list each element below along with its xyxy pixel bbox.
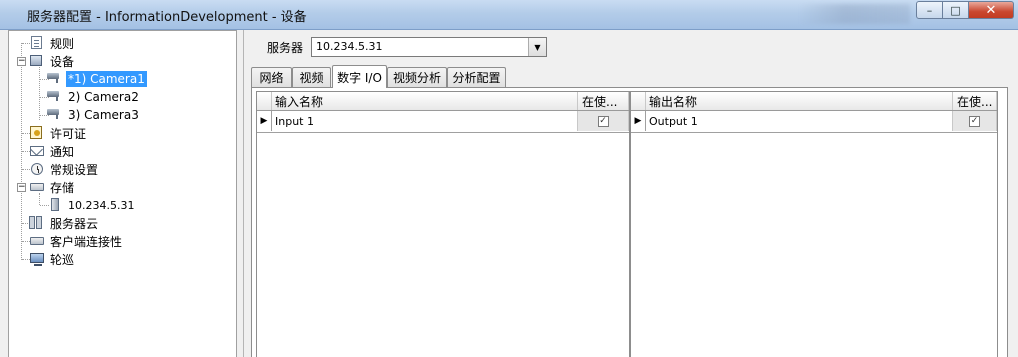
tree-item-label: 10.234.5.31 [68,198,135,212]
tree-item-rules[interactable]: 规则 [29,34,76,52]
mail-icon [30,146,44,156]
tree-item-camera3[interactable]: 3) Camera3 [47,106,141,124]
tree-item-general-settings[interactable]: 常规设置 [29,160,100,178]
tab-network[interactable]: 网络 [251,67,292,87]
drive-icon [30,183,44,191]
tree-item-camera1[interactable]: *1) Camera1 [47,70,147,88]
input-name-cell[interactable]: Input 1 [272,111,578,131]
column-in-use[interactable]: 在使... [953,92,997,110]
input-in-use-cell[interactable]: ✓ [578,111,629,131]
tab-video[interactable]: 视频 [292,67,331,87]
chevron-down-icon[interactable]: ▼ [528,38,546,56]
tab-label: 分析配置 [452,71,501,85]
column-output-name[interactable]: 输出名称 [646,92,953,110]
collapse-devices-toggle[interactable]: − [17,57,26,66]
tab-digital-io[interactable]: 数字 I/O [332,65,387,88]
tree-item-label: 轮巡 [50,252,75,267]
camera-icon [47,73,63,89]
tree-item-label: 2) Camera2 [68,90,139,104]
column-input-name[interactable]: 输入名称 [272,92,578,110]
camera-icon [47,91,63,107]
navigation-tree[interactable]: − − 规则 设备 *1) Camera1 2) Camera2 3) Came… [8,30,237,357]
tab-analytics-config[interactable]: 分析配置 [447,67,506,87]
table-row[interactable]: ▶ Input 1 ✓ [257,111,629,133]
table-row[interactable]: ▶ Output 1 ✓ [631,111,997,133]
tree-item-label: 通知 [50,144,75,159]
input-grid[interactable]: 输入名称 在使... ▶ Input 1 ✓ [256,91,630,357]
tree-item-label: *1) Camera1 [66,71,147,87]
tree-item-storage[interactable]: 存储 [29,178,76,196]
tree-item-devices[interactable]: 设备 [29,52,76,70]
row-selector-arrow-icon[interactable]: ▶ [257,111,272,131]
tree-item-label: 规则 [50,36,75,51]
clock-icon [31,163,43,175]
tab-video-analytics[interactable]: 视频分析 [387,67,447,87]
tree-item-client-connectivity[interactable]: 客户端连接性 [29,232,124,250]
tab-label: 视频 [299,71,324,85]
close-icon: ✕ [985,2,997,18]
server-icon [51,198,59,211]
tree-item-label: 许可证 [50,126,87,141]
server-select-value: 10.234.5.31 [316,40,383,53]
title-bar-blur [800,4,910,24]
tree-item-label: 服务器云 [50,216,99,231]
rules-doc-icon [31,36,42,49]
grid-header: 输入名称 在使... [257,92,629,111]
tree-item-label: 客户端连接性 [50,234,123,249]
server-cloud-icon [29,216,45,232]
drive-icon [30,237,44,245]
tree-item-license[interactable]: 许可证 [29,124,88,142]
row-header-corner [257,92,272,110]
tree-connector [39,67,40,120]
tree-item-patrol[interactable]: 轮巡 [29,250,76,268]
tree-item-notification[interactable]: 通知 [29,142,76,160]
tree-item-camera2[interactable]: 2) Camera2 [47,88,141,106]
device-icon [30,55,42,66]
row-selector-arrow-icon[interactable]: ▶ [631,111,646,131]
in-use-checkbox[interactable]: ✓ [969,115,980,127]
window-title: 服务器配置 - InformationDevelopment - 设备 [27,10,307,25]
license-icon [30,126,42,139]
title-bar: 服务器配置 - InformationDevelopment - 设备 – □ … [0,0,1018,30]
minimize-icon: – [926,3,933,17]
output-in-use-cell[interactable]: ✓ [953,111,997,131]
tab-label: 数字 I/O [337,70,382,85]
grid-header: 输出名称 在使... [631,92,997,111]
tree-item-label: 常规设置 [50,162,99,177]
in-use-checkbox[interactable]: ✓ [597,115,609,127]
server-label: 服务器 [267,41,304,55]
server-select[interactable]: 10.234.5.31 ▼ [311,37,547,57]
close-button[interactable]: ✕ [969,1,1014,19]
tree-item-label: 3) Camera3 [68,108,139,122]
window-controls: – □ ✕ [916,1,1014,19]
tab-label: 网络 [259,71,284,85]
output-name-cell[interactable]: Output 1 [646,111,953,131]
maximize-icon: □ [950,3,961,17]
tab-label: 视频分析 [392,71,441,85]
tree-item-server-cloud[interactable]: 服务器云 [29,214,100,232]
tree-item-label: 设备 [50,54,75,69]
maximize-button[interactable]: □ [943,1,969,19]
row-header-corner [631,92,646,110]
output-grid[interactable]: 输出名称 在使... ▶ Output 1 ✓ [630,91,998,357]
tree-item-storage-server[interactable]: 10.234.5.31 [47,196,136,214]
minimize-button[interactable]: – [916,1,943,19]
collapse-storage-toggle[interactable]: − [17,183,26,192]
tree-item-label: 存储 [50,180,75,195]
monitor-icon [30,253,44,266]
column-in-use[interactable]: 在使... [578,92,629,110]
